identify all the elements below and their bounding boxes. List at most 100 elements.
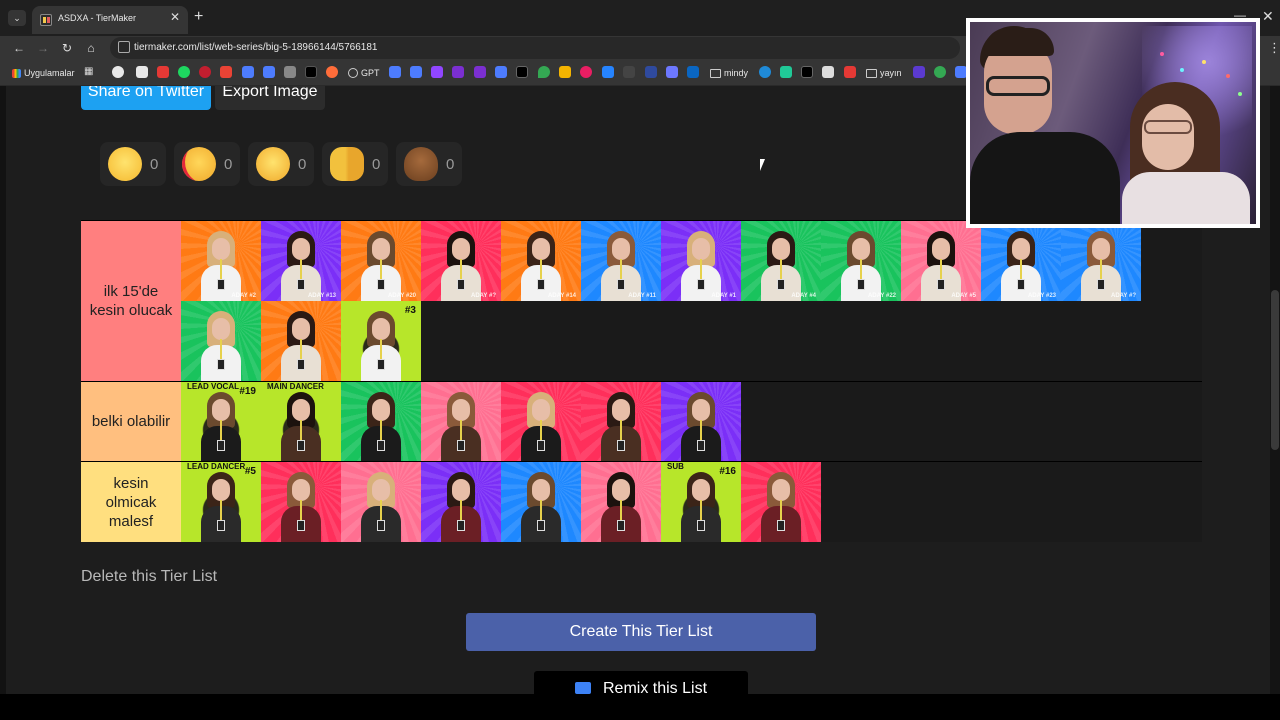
bookmark-icon-26[interactable]	[666, 66, 678, 78]
forward-icon[interactable]: →	[34, 39, 52, 57]
tier-item-card[interactable]: #19 LEAD VOCAL	[181, 382, 261, 462]
tier-item-card[interactable]: #16 SUB	[661, 462, 741, 542]
tier-item-card[interactable]: ADAY #20	[341, 221, 421, 301]
tier-item-card[interactable]	[581, 462, 661, 542]
bookmark-icon-22[interactable]	[580, 66, 592, 78]
bookmark-icon-9[interactable]	[284, 66, 296, 78]
tier-item-card[interactable]: #5 LEAD DANCER	[181, 462, 261, 542]
pinterest-icon[interactable]	[199, 66, 211, 78]
tier-item-card[interactable]: MAIN DANCER	[261, 382, 341, 462]
google-icon[interactable]	[112, 66, 124, 78]
gmail-icon[interactable]	[220, 66, 232, 78]
folder-icon	[866, 68, 877, 78]
tier-item-card[interactable]	[181, 301, 261, 381]
reaction-poop[interactable]: 0	[396, 142, 462, 186]
browser-menu-icon[interactable]: ⋮	[1268, 40, 1280, 56]
bookmark-icon-21[interactable]	[559, 66, 571, 78]
bookmark-icon-8[interactable]	[263, 66, 275, 78]
bookmark-icon-18[interactable]	[495, 66, 507, 78]
browser-tab[interactable]: ASDXA - TierMaker ✕	[32, 6, 188, 34]
tier-label[interactable]: belki olabilir	[81, 382, 181, 461]
card-caption: ADAY #14	[547, 293, 576, 299]
bookmark-apps[interactable]: Uygulamalar	[12, 66, 75, 80]
reaction-heart-eyes[interactable]: 0	[174, 142, 240, 186]
tier-item-card[interactable]	[261, 301, 341, 381]
tier-item-card[interactable]: ADAY #1	[661, 221, 741, 301]
x-icon[interactable]	[305, 66, 317, 78]
tier-item-card[interactable]: ADAY #13	[261, 221, 341, 301]
bookmark-icon-17[interactable]	[474, 66, 486, 78]
bookmark-icon-33[interactable]	[844, 66, 856, 78]
bookmark-icon-11[interactable]	[326, 66, 338, 78]
tier-item-card[interactable]	[581, 382, 661, 462]
home-icon[interactable]: ⌂	[82, 39, 100, 57]
scroll-thumb[interactable]	[1271, 290, 1279, 450]
share-twitter-button[interactable]: Share on Twitter	[81, 86, 211, 110]
bookmark-icon-23[interactable]	[602, 66, 614, 78]
tier-item-card[interactable]	[421, 382, 501, 462]
window-close-icon[interactable]: ✕	[1262, 8, 1274, 25]
twitch-icon[interactable]	[431, 66, 443, 78]
bookmark-icon-29[interactable]	[759, 66, 771, 78]
linkedin-icon[interactable]	[687, 66, 699, 78]
bookmark-icon-19[interactable]	[516, 66, 528, 78]
tiktok-icon[interactable]	[801, 66, 813, 78]
tier-item-card[interactable]: ADAY #23	[981, 221, 1061, 301]
tier-item-card[interactable]	[341, 382, 421, 462]
back-icon[interactable]: ←	[10, 39, 28, 57]
tier-item-card[interactable]: ADAY #14	[501, 221, 581, 301]
steam-icon[interactable]	[136, 66, 148, 78]
bookmark-gpt[interactable]: GPT	[348, 66, 380, 80]
tier-item-card[interactable]	[501, 382, 581, 462]
tier-item-card[interactable]	[261, 462, 341, 542]
tier-item-card[interactable]: ADAY #?	[421, 221, 501, 301]
tier-label[interactable]: kesin olmicak malesf	[81, 462, 181, 542]
tab-search-icon[interactable]: ⌄	[8, 10, 26, 26]
tier-item-card[interactable]	[501, 462, 581, 542]
site-info-icon[interactable]	[118, 41, 130, 53]
bookmark-icon-16[interactable]	[452, 66, 464, 78]
tier-item-card[interactable]	[341, 462, 421, 542]
tier-item-card[interactable]	[421, 462, 501, 542]
contestant-photo	[281, 472, 321, 542]
bookmark-mindy[interactable]: mindy	[710, 66, 748, 80]
bookmark-icon-24[interactable]	[623, 66, 635, 78]
bookmark-icon-25[interactable]	[645, 66, 657, 78]
create-tierlist-button[interactable]: Create This Tier List	[466, 613, 816, 651]
new-tab-button[interactable]: +	[194, 8, 203, 26]
spotify-icon[interactable]	[178, 66, 190, 78]
reload-icon[interactable]: ↻	[58, 39, 76, 57]
tier-item-card[interactable]: ADAY #4	[741, 221, 821, 301]
bookmark-icon-30[interactable]	[780, 66, 792, 78]
maps-icon[interactable]	[538, 66, 550, 78]
export-image-button[interactable]: Export Image	[215, 86, 325, 110]
tier-item-card[interactable]	[661, 382, 741, 462]
tier-item-card[interactable]: ADAY #22	[821, 221, 901, 301]
reaction-raised-hands[interactable]: 0	[322, 142, 388, 186]
youtube-icon[interactable]	[157, 66, 169, 78]
bookmark-icon-36[interactable]	[934, 66, 946, 78]
bookmark-icon-7[interactable]	[242, 66, 254, 78]
tears-of-joy-icon	[256, 147, 290, 181]
tier-item-card[interactable]	[741, 462, 821, 542]
tier-item-card[interactable]: ADAY #?	[1061, 221, 1141, 301]
tier-item-card[interactable]: ADAY #11	[581, 221, 661, 301]
tier-item-card[interactable]: ADAY #2	[181, 221, 261, 301]
bookmark-icon-14[interactable]	[410, 66, 422, 78]
tier-label[interactable]: ilk 15'de kesin olucak	[81, 221, 181, 381]
bookmark-icon-13[interactable]	[389, 66, 401, 78]
close-tab-icon[interactable]: ✕	[170, 10, 180, 24]
address-bar[interactable]: tiermaker.com/list/web-series/big-5-1896…	[110, 37, 960, 59]
reaction-tears-of-joy[interactable]: 0	[248, 142, 314, 186]
remix-list-button[interactable]: Remix this List	[534, 671, 748, 694]
bookmark-yayin[interactable]: yayın	[866, 66, 902, 80]
bookmark-icon-32[interactable]	[822, 66, 834, 78]
reaction-grinning[interactable]: 0	[100, 142, 166, 186]
tier-item-card[interactable]: ADAY #5	[901, 221, 981, 301]
delete-tierlist-link[interactable]: Delete this Tier List	[81, 568, 217, 586]
all-bookmarks-icon[interactable]: ▦	[84, 66, 96, 78]
page-scrollbar[interactable]	[1270, 86, 1280, 694]
tier-item-card[interactable]: #3	[341, 301, 421, 381]
bookmark-icon-35[interactable]	[913, 66, 925, 78]
contestant-photo	[521, 231, 561, 301]
